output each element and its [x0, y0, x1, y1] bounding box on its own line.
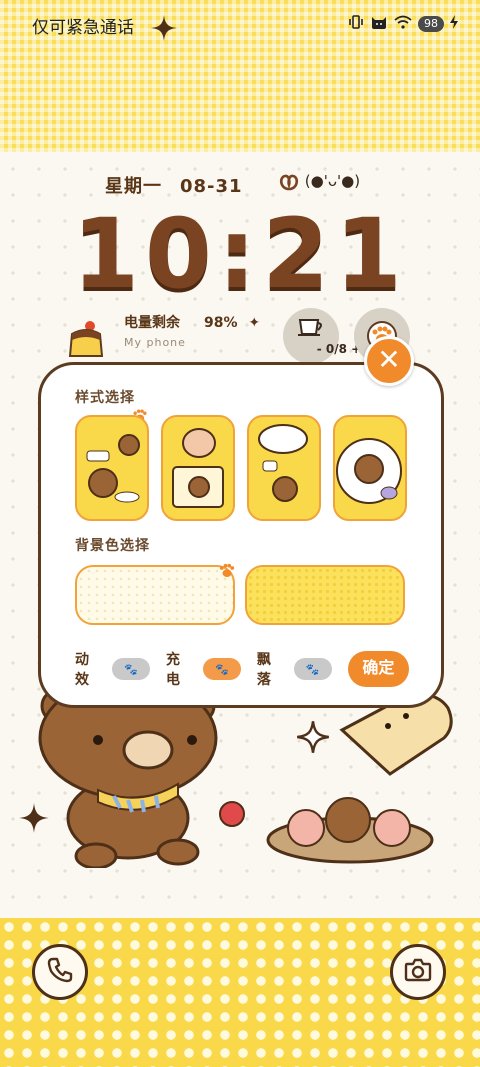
paw-icon: 🐾 — [124, 662, 138, 676]
paw-icon: 🐾 — [214, 662, 229, 676]
charging-icon — [450, 15, 458, 33]
battery-value: 98% — [204, 315, 238, 331]
style-settings-dialog: 样式选择 背景色选择 动效 🐾 充电 🐾 飘落 🐾 确定 — [38, 362, 444, 708]
pretzel-icon — [278, 172, 305, 190]
style-section-label: 样式选择 — [75, 390, 135, 406]
battery-info: 电量剩余 98% ✦ My phone — [124, 312, 260, 349]
toggle-effects[interactable]: 🐾 — [111, 658, 150, 680]
style-option-4[interactable] — [333, 415, 407, 521]
clock-time: 10:21 — [72, 198, 408, 310]
status-bar: 仅可紧急通话 98 — [0, 0, 480, 48]
date-text: 08-31 — [180, 176, 243, 197]
sparkle-icon — [18, 802, 50, 838]
paw-icon: 🐾 — [305, 662, 320, 676]
phone-icon — [47, 957, 73, 987]
sparkle-icon — [296, 720, 330, 758]
toggle-falling[interactable]: 🐾 — [293, 658, 332, 680]
carrier-text: 仅可紧急通话 — [32, 18, 134, 38]
date-line: 星期一 08-31 — [105, 172, 243, 198]
toggle-row: 动效 🐾 充电 🐾 飘落 🐾 确定 — [75, 649, 409, 689]
cup-icon — [297, 316, 325, 342]
style-option-2[interactable] — [161, 415, 235, 521]
water-cup-widget[interactable]: - 0/8 + — [283, 308, 361, 364]
kaomoji-text: (●'ᴗ'●) — [304, 172, 361, 190]
phone-shortcut-button[interactable] — [32, 944, 88, 1000]
toggle-label-charging: 充电 — [165, 652, 180, 688]
device-name: My phone — [124, 336, 186, 349]
style-option-1[interactable] — [75, 415, 149, 521]
vibrate-icon — [348, 15, 364, 33]
close-button[interactable]: ✕ — [364, 336, 414, 386]
toggle-label-falling: 飘落 — [256, 652, 271, 688]
plate-illustration — [266, 788, 436, 872]
bg-option-white[interactable] — [75, 565, 235, 625]
close-icon: ✕ — [377, 343, 401, 376]
confirm-button[interactable]: 确定 — [347, 651, 409, 687]
battery-indicator: 98 — [418, 16, 444, 32]
bg-option-yellow[interactable] — [245, 565, 405, 625]
wifi-icon — [394, 15, 412, 33]
paw-icon — [215, 559, 239, 587]
sparkle-icon — [150, 14, 178, 46]
weekday-text: 星期一 — [105, 176, 162, 197]
bg-section-label: 背景色选择 — [75, 538, 150, 554]
cat-icon — [370, 14, 388, 34]
sparkle-icon: ✦ — [248, 315, 261, 331]
kaomoji-row: (●'ᴗ'●) — [278, 172, 360, 191]
style-option-3[interactable] — [247, 415, 321, 521]
status-icons: 98 — [348, 14, 458, 34]
toggle-label-effects: 动效 — [75, 652, 89, 688]
camera-shortcut-button[interactable] — [390, 944, 446, 1000]
camera-icon — [404, 958, 432, 986]
toggle-charging[interactable]: 🐾 — [202, 658, 241, 680]
pudding-icon — [64, 318, 108, 360]
battery-label: 电量剩余 — [124, 315, 180, 331]
